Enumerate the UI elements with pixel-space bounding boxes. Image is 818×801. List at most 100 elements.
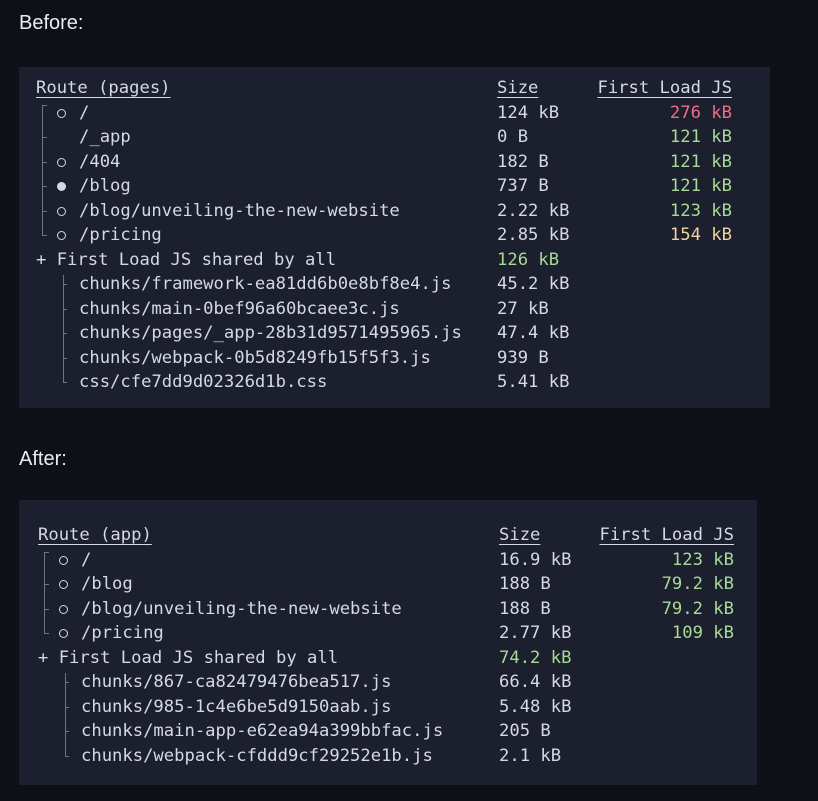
first-load-column-header: First Load JS — [599, 525, 734, 545]
route-tree-tick — [42, 137, 47, 139]
route-column-header: Route (pages) — [36, 78, 171, 98]
static-route-icon — [57, 231, 66, 240]
route-tree-tick — [42, 186, 47, 188]
chunk-name: chunks/985-1c4e6be5d9150aab.js — [81, 696, 392, 717]
route-path: / — [81, 549, 92, 570]
chunk-size: 939 B — [497, 347, 549, 368]
route-path: /blog — [79, 176, 131, 196]
route-size: 188 B — [499, 598, 551, 619]
chunk-name: chunks/webpack-0b5d8249fb15f5f3.js — [79, 347, 431, 368]
chunk-tree-line — [63, 275, 64, 383]
route-first-load: 123 kB — [671, 549, 734, 570]
route-first-load: 121 kB — [669, 151, 732, 172]
chunk-size: 27 kB — [497, 298, 549, 319]
route-first-load: 109 kB — [671, 623, 734, 643]
chunk-size: 66.4 kB — [499, 672, 572, 692]
route-size: 2.77 kB — [499, 623, 572, 643]
route-path: /_app — [79, 127, 131, 147]
chunk-tree-tick — [65, 755, 69, 757]
chunk-tree-tick — [63, 284, 67, 286]
route-tree-tick — [42, 210, 47, 212]
chunk-size: 2.1 kB — [499, 745, 562, 766]
route-tree-line — [42, 104, 43, 236]
chunk-row: chunks/985-1c4e6be5d9150aab.js 5.48 kB — [19, 695, 757, 720]
static-route-icon — [59, 580, 68, 589]
route-size: 0 B — [497, 127, 529, 147]
chunk-row: chunks/webpack-cfddd9cf29252e1b.js 2.1 kB — [19, 744, 757, 769]
chunk-row: chunks/main-0bef96a60bcaee3c.js 27 kB — [19, 297, 770, 322]
chunk-tree-tick — [63, 382, 67, 384]
shared-row: + First Load JS shared by all 126 kB — [19, 248, 770, 273]
static-route-icon — [57, 108, 66, 118]
size-column-header: Size — [499, 525, 541, 545]
chunk-size: 45.2 kB — [497, 274, 570, 294]
route-size: 188 B — [499, 574, 551, 594]
chunk-size: 5.41 kB — [497, 372, 570, 392]
static-route-icon — [59, 629, 68, 638]
chunk-tree-tick — [63, 333, 67, 335]
chunk-tree-tick — [65, 682, 69, 684]
chunk-size: 47.4 kB — [497, 323, 570, 343]
route-row: /pricing 2.77 kB 109 kB — [19, 621, 757, 646]
chunk-tree-tick — [65, 731, 69, 733]
chunk-name: chunks/webpack-cfddd9cf29252e1b.js — [81, 745, 433, 766]
shared-label: + First Load JS shared by all — [38, 647, 339, 668]
route-path: /404 — [79, 151, 121, 172]
dynamic-route-icon — [57, 182, 66, 191]
route-row: / 16.9 kB 123 kB — [19, 548, 757, 573]
route-row: /pricing 2.85 kB 154 kB — [19, 223, 770, 248]
chunk-name: chunks/framework-ea81dd6b0e8bf8e4.js — [79, 274, 452, 294]
static-route-icon — [57, 206, 66, 216]
route-size: 124 kB — [497, 102, 560, 123]
chunk-row: chunks/867-ca82479476bea517.js 66.4 kB — [19, 670, 757, 695]
route-row: /blog/unveiling-the-new-website 188 B 79.2… — [19, 597, 757, 622]
chunk-row: css/cfe7dd9d02326d1b.css 5.41 kB — [19, 370, 770, 395]
chunk-name: chunks/pages/_app-28b31d9571495965.js — [79, 323, 462, 343]
chunk-name: chunks/main-app-e62ea94a399bbfac.js — [81, 721, 444, 741]
static-route-icon — [59, 604, 68, 614]
after-build-output: Route (app) Size First Load JS / 16.9 kB 123 … — [19, 500, 757, 785]
route-first-load: 123 kB — [669, 200, 732, 221]
before-heading: Before: — [19, 12, 84, 34]
chunk-tree-line — [65, 673, 66, 756]
route-path: /pricing — [79, 225, 162, 245]
route-first-load: 276 kB — [669, 102, 732, 123]
route-path: /blog/unveiling-the-new-website — [79, 200, 400, 221]
route-first-load: 79.2 kB — [661, 598, 734, 619]
route-size: 16.9 kB — [499, 549, 572, 570]
before-build-output: Route (pages) Size First Load JS / 124 kB 276… — [19, 67, 770, 408]
route-tree-line — [44, 551, 45, 634]
route-path: /blog/unveiling-the-new-website — [81, 598, 402, 619]
route-tree-tick — [42, 235, 47, 237]
chunk-tree-tick — [63, 357, 67, 359]
route-size: 182 B — [497, 151, 549, 172]
route-row: /blog 188 B 79.2 kB — [19, 572, 757, 597]
route-tree-tick — [44, 551, 49, 553]
first-load-column-header: First Load JS — [597, 78, 732, 98]
chunk-row: chunks/webpack-0b5d8249fb15f5f3.js 939 B — [19, 346, 770, 371]
chunk-row: chunks/framework-ea81dd6b0e8bf8e4.js 45.2… — [19, 272, 770, 297]
chunk-name: css/cfe7dd9d02326d1b.css — [79, 372, 328, 392]
route-first-load: 121 kB — [669, 176, 732, 196]
route-row: /_app 0 B 121 kB — [19, 125, 770, 150]
chunk-name: chunks/main-0bef96a60bcaee3c.js — [79, 298, 400, 319]
route-path: /pricing — [81, 623, 164, 643]
chunk-row: chunks/pages/_app-28b31d9571495965.js 47.… — [19, 321, 770, 346]
route-row: /blog 737 B 121 kB — [19, 174, 770, 199]
route-path: /blog — [81, 574, 133, 594]
route-size: 737 B — [497, 176, 549, 196]
route-row: /blog/unveiling-the-new-website 2.22 kB 12… — [19, 199, 770, 224]
after-heading: After: — [19, 448, 67, 470]
route-size: 2.22 kB — [497, 200, 570, 221]
static-route-icon — [59, 555, 68, 565]
shared-row: + First Load JS shared by all 74.2 kB — [19, 646, 757, 671]
shared-size: 74.2 kB — [499, 647, 572, 668]
chunk-name: chunks/867-ca82479476bea517.js — [81, 672, 392, 692]
chunk-size: 5.48 kB — [499, 696, 572, 717]
shared-label: + First Load JS shared by all — [36, 249, 337, 270]
chunk-size: 205 B — [499, 721, 551, 741]
table-header: Route (app) Size First Load JS — [19, 523, 757, 548]
route-tree-tick — [44, 608, 49, 610]
route-first-load: 121 kB — [669, 127, 732, 147]
route-tree-tick — [44, 584, 49, 586]
